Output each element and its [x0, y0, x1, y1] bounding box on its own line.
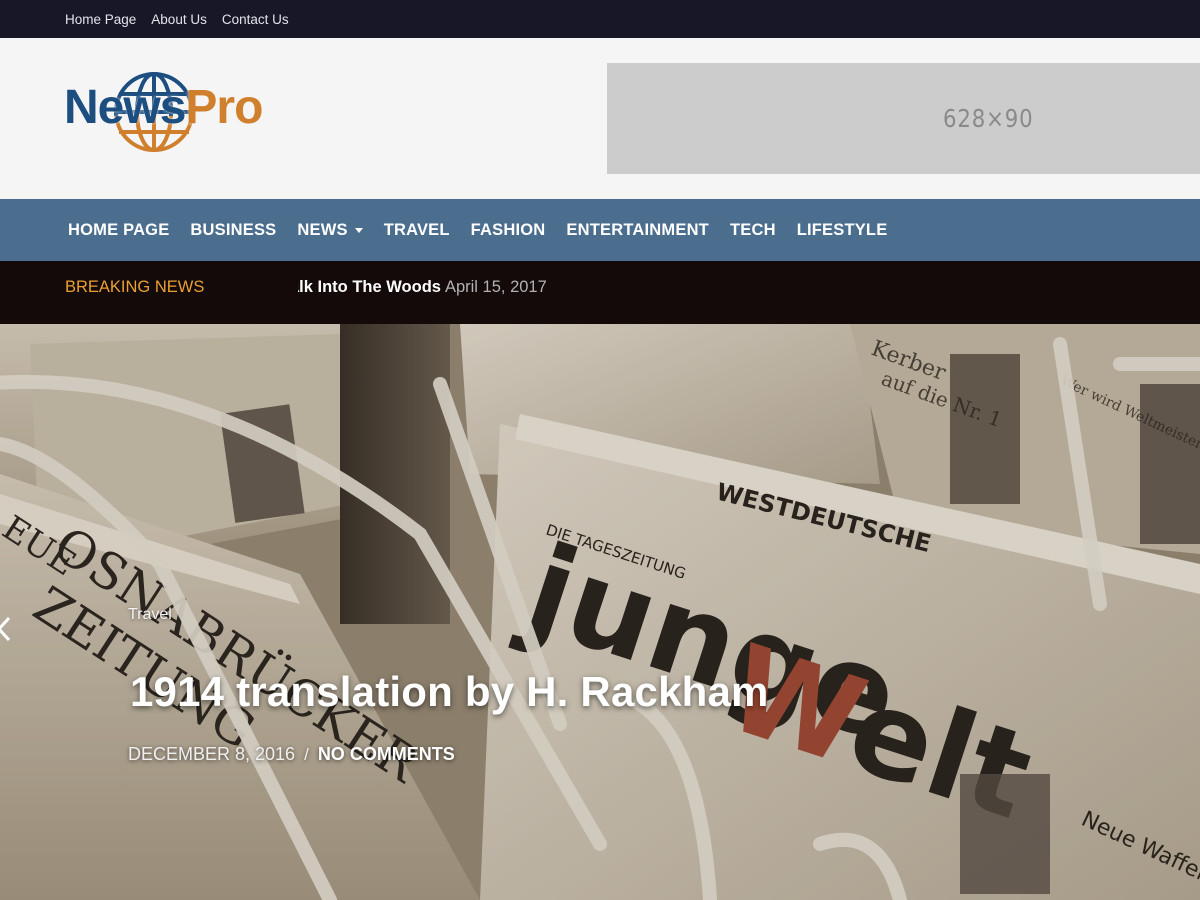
- nav-item-travel[interactable]: TRAVEL: [384, 221, 450, 240]
- ad-banner-placeholder[interactable]: 628×90: [607, 63, 1200, 174]
- breaking-news-label: BREAKING NEWS: [65, 278, 205, 296]
- nav-label: FASHION: [470, 220, 546, 239]
- ad-size-label: 628×90: [943, 104, 1034, 133]
- nav-item-business[interactable]: BUSINESS: [190, 221, 276, 240]
- breaking-news-bar: BREAKING NEWS alk Into The Woods April 15…: [0, 261, 1200, 324]
- hero-overlay: [0, 324, 1200, 900]
- nav-item-news[interactable]: NEWS: [297, 220, 363, 240]
- nav-item-entertainment[interactable]: ENTERTAINMENT: [566, 221, 709, 240]
- comments-link[interactable]: NO COMMENTS: [318, 744, 455, 765]
- caret-down-icon: [354, 227, 363, 233]
- post-title[interactable]: 1914 translation by H. Rackham: [130, 668, 769, 716]
- nav-item-lifestyle[interactable]: LIFESTYLE: [797, 221, 888, 240]
- nav-item-home-page[interactable]: HOME PAGE: [68, 221, 169, 240]
- hero-slider: Kerber auf die Nr. 1 Wer wird Weltmeiste…: [0, 324, 1200, 900]
- nav-label: LIFESTYLE: [796, 220, 888, 239]
- chevron-left-icon: [0, 616, 11, 642]
- logo-text-news: News: [64, 81, 186, 134]
- logo-text-pro: Pro: [185, 81, 263, 134]
- main-navigation: HOME PAGE BUSINESS NEWS TRAVEL FASHION E…: [0, 199, 1200, 261]
- nav-item-fashion[interactable]: FASHION: [471, 221, 546, 240]
- meta-separator: /: [304, 744, 309, 764]
- site-logo[interactable]: NewsPro: [64, 72, 294, 156]
- post-category-link[interactable]: Travel: [128, 606, 172, 624]
- news-ticker: alk Into The Woods April 15, 2017: [298, 261, 898, 324]
- slider-prev-button[interactable]: [0, 616, 12, 642]
- nav-label: ENTERTAINMENT: [566, 220, 709, 239]
- nav-label: NEWS: [297, 220, 348, 239]
- top-link-about[interactable]: About Us: [151, 12, 207, 27]
- post-meta: DECEMBER 8, 2016 / NO COMMENTS: [128, 744, 455, 765]
- post-date: DECEMBER 8, 2016: [128, 744, 296, 764]
- ticker-headline-link[interactable]: alk Into The Woods: [298, 278, 441, 296]
- ticker-date: April 15, 2017: [444, 278, 547, 296]
- nav-item-tech[interactable]: TECH: [730, 221, 776, 240]
- top-bar: Home Page About Us Contact Us: [0, 0, 1200, 38]
- top-link-home[interactable]: Home Page: [65, 12, 136, 27]
- site-header: NewsPro 628×90: [0, 38, 1200, 199]
- nav-label: HOME PAGE: [68, 220, 170, 239]
- nav-label: TECH: [729, 220, 776, 239]
- top-link-contact[interactable]: Contact Us: [222, 12, 289, 27]
- nav-label: TRAVEL: [383, 220, 450, 239]
- nav-label: BUSINESS: [190, 220, 277, 239]
